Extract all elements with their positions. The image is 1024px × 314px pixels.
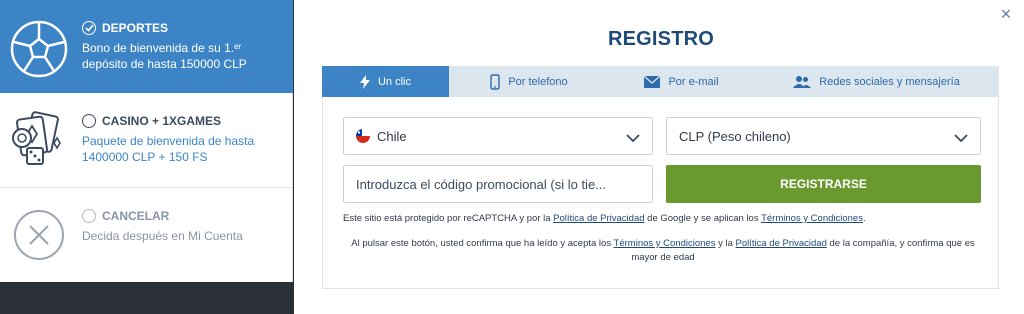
- tab-label: Por e-mail: [668, 75, 719, 88]
- casino-bonus-desc-line2: 1400000 CLP + 150 FS: [82, 150, 208, 164]
- country-value: Chile: [377, 128, 407, 144]
- close-icon[interactable]: ×: [998, 5, 1014, 23]
- tab-social[interactable]: Redes sociales y mensajería: [754, 66, 999, 97]
- soccer-ball-icon: [0, 0, 82, 93]
- tab-email[interactable]: Por e-mail: [609, 66, 754, 97]
- terms-link[interactable]: Términos y Condiciones: [761, 213, 863, 224]
- radio-unchecked-icon[interactable]: [82, 209, 96, 223]
- registration-form: Chile CLP (Peso chileno) REGISTRARSE Est…: [322, 97, 999, 289]
- cancel-bonus-title: CANCELAR: [102, 209, 170, 223]
- terms-confirmation-notice: Al pulsar este botón, usted confirma que…: [343, 237, 983, 265]
- modal-title: REGISTRO: [607, 28, 715, 50]
- legal-text: Al pulsar este botón, usted confirma que…: [351, 238, 614, 249]
- chile-flag-icon: [356, 129, 370, 143]
- registration-tabs: Un clic Por telefono Por e-mail Redes so…: [322, 66, 999, 97]
- tab-one-click[interactable]: Un clic: [322, 66, 449, 97]
- tab-label: Redes sociales y mensajería: [819, 75, 960, 88]
- legal-text: Este sitio está protegido por reCAPTCHA …: [343, 213, 554, 224]
- casino-bonus-title: CASINO + 1XGAMES: [102, 114, 222, 128]
- sports-bonus-desc-line2: depósito de hasta 150000 CLP: [82, 57, 247, 71]
- phone-icon: [490, 73, 501, 90]
- envelope-icon: [644, 75, 661, 88]
- legal-text: y la: [715, 238, 736, 249]
- chevron-down-icon: [954, 130, 968, 148]
- promo-code-input[interactable]: [343, 165, 653, 203]
- privacy-policy-link[interactable]: Política de Privacidad: [736, 238, 827, 249]
- register-button[interactable]: REGISTRARSE: [666, 165, 981, 203]
- casino-bonus-desc-line1: Paquete de bienvenida de hasta: [82, 134, 255, 148]
- currency-select[interactable]: CLP (Peso chileno): [666, 117, 981, 155]
- terms-link[interactable]: Términos y Condiciones: [614, 238, 716, 249]
- registration-modal: × REGISTRO Un clic Por telefono Por e-ma…: [294, 0, 1024, 314]
- country-select[interactable]: Chile: [343, 117, 653, 155]
- casino-cards-dice-icon: [0, 93, 82, 187]
- currency-value: CLP (Peso chileno): [679, 128, 791, 144]
- sports-bonus-desc-line1: Bono de bienvenida de su 1.ᵉʳ: [82, 41, 242, 55]
- recaptcha-notice: Este sitio está protegido por reCAPTCHA …: [343, 213, 983, 224]
- legal-text: de Google y se aplican los: [644, 213, 762, 224]
- sports-bonus-title: DEPORTES: [102, 21, 169, 35]
- radio-checked-icon[interactable]: [82, 21, 96, 35]
- cancel-bonus-desc: Decida después en Mi Cuenta: [82, 229, 243, 243]
- bonus-panel: DEPORTES Bono de bienvenida de su 1.ᵉʳ d…: [0, 0, 293, 282]
- tab-phone[interactable]: Por telefono: [449, 66, 609, 97]
- bonus-option-sports[interactable]: DEPORTES Bono de bienvenida de su 1.ᵉʳ d…: [0, 0, 293, 93]
- privacy-policy-link[interactable]: Política de Privacidad: [553, 213, 644, 224]
- lightning-icon: [359, 74, 370, 89]
- bonus-option-casino[interactable]: CASINO + 1XGAMES Paquete de bienvenida d…: [0, 93, 293, 188]
- tab-label: Un clic: [377, 75, 411, 88]
- tab-label: Por telefono: [508, 75, 568, 88]
- chevron-down-icon: [626, 130, 640, 148]
- cancel-circle-x-icon: [0, 188, 82, 282]
- users-icon: [793, 75, 812, 89]
- radio-unchecked-icon[interactable]: [82, 114, 96, 128]
- bonus-option-cancel[interactable]: CANCELAR Decida después en Mi Cuenta: [0, 188, 293, 282]
- legal-text: .: [862, 213, 866, 224]
